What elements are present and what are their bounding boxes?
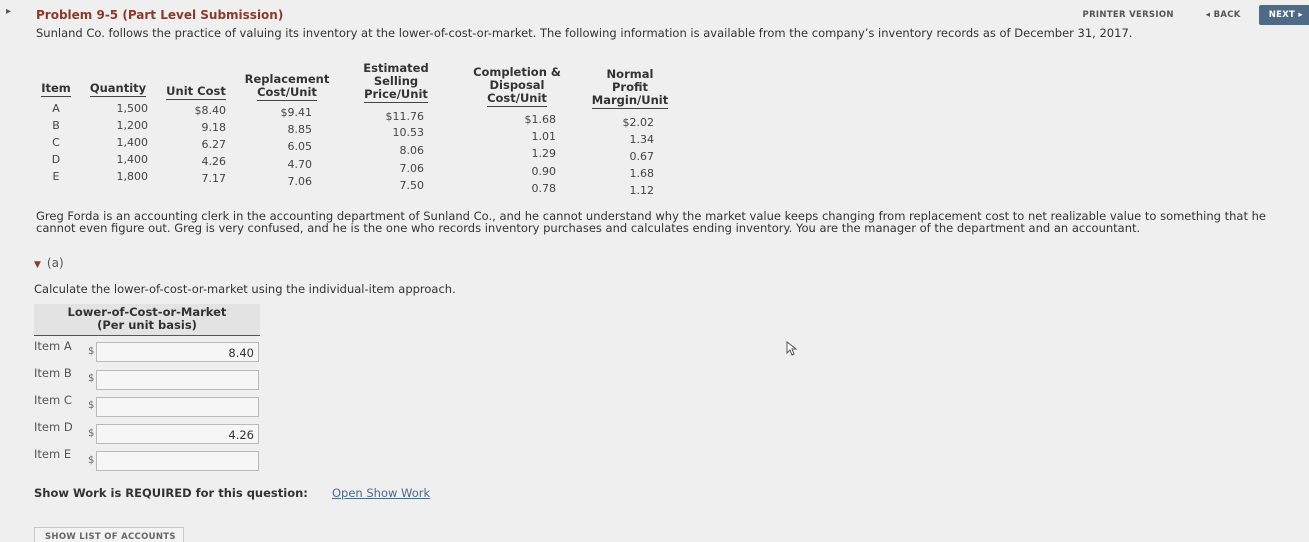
row-npm: $2.02: [622, 116, 655, 129]
problem-title: Problem 9-5 (Part Level Submission): [36, 8, 284, 22]
part-a-instruction: Calculate the lower-of-cost-or-market us…: [34, 282, 456, 296]
row-replacement: $9.41: [280, 106, 313, 119]
row-npm: 1.12: [629, 184, 655, 197]
answer-row-label: Item E: [34, 447, 72, 461]
row-cd: 0.78: [531, 182, 557, 195]
row-cd: $1.68: [524, 113, 557, 126]
collapse-marker: ▸: [6, 6, 12, 17]
lcm-column-header: Lower-of-Cost-or-Market (Per unit basis): [34, 304, 260, 336]
row-replacement: 7.06: [287, 175, 313, 188]
header-estimated-selling-price: Estimated Selling Price/Unit: [363, 61, 429, 103]
row-replacement: 8.85: [287, 123, 313, 136]
row-unit-cost: 7.17: [201, 172, 227, 185]
scenario-paragraph: Greg Forda is an accounting clerk in the…: [36, 209, 1266, 235]
row-cd: 1.29: [531, 147, 557, 160]
header-quantity: Quantity: [89, 81, 147, 97]
problem-description: Sunland Co. follows the practice of valu…: [36, 26, 1133, 40]
row-item-label: C: [52, 136, 60, 149]
problem-page: ▸ Problem 9-5 (Part Level Submission) Su…: [0, 0, 1309, 542]
answer-row-label: Item B: [34, 366, 72, 380]
back-button[interactable]: ◂ BACK: [1206, 10, 1241, 20]
mouse-cursor-icon: [786, 341, 798, 356]
row-cd: 1.01: [531, 130, 557, 143]
row-quantity: 1,800: [116, 170, 149, 183]
row-esp: 7.06: [399, 162, 425, 175]
lcm-input-item-e[interactable]: [96, 451, 259, 471]
show-list-of-accounts-button[interactable]: SHOW LIST OF ACCOUNTS: [34, 527, 184, 542]
row-esp: 7.50: [399, 179, 425, 192]
lcm-input-item-a[interactable]: 8.40: [96, 342, 259, 362]
row-unit-cost: 4.26: [201, 155, 227, 168]
lcm-input-item-c[interactable]: [96, 397, 259, 417]
top-navigation: PRINTER VERSION ◂ BACK NEXT ▸: [1083, 5, 1309, 25]
printer-version-button[interactable]: PRINTER VERSION: [1083, 10, 1174, 20]
row-item-label: A: [52, 102, 60, 115]
next-button[interactable]: NEXT ▸: [1258, 5, 1309, 25]
row-npm: 1.34: [629, 133, 655, 146]
row-item-label: B: [52, 119, 60, 132]
triangle-down-icon: ▼: [34, 260, 41, 270]
row-unit-cost: 6.27: [201, 138, 227, 151]
header-replacement-cost: Replacement Cost/Unit: [244, 72, 330, 101]
row-esp: 10.53: [392, 126, 425, 139]
row-npm: 0.67: [629, 150, 655, 163]
currency-symbol: $: [88, 400, 95, 411]
currency-symbol: $: [88, 455, 95, 466]
header-item: Item: [41, 81, 71, 97]
row-quantity: 1,500: [116, 102, 149, 115]
show-work-label: Show Work is REQUIRED for this question:: [34, 486, 308, 500]
answer-row-label: Item A: [34, 339, 72, 353]
row-cd: 0.90: [531, 165, 557, 178]
row-replacement: 4.70: [287, 158, 313, 171]
row-item-label: D: [51, 153, 61, 166]
lcm-input-item-d[interactable]: 4.26: [96, 424, 259, 444]
header-normal-profit-margin: Normal Profit Margin/Unit: [591, 67, 669, 109]
row-quantity: 1,200: [116, 119, 149, 132]
row-quantity: 1,400: [116, 136, 149, 149]
row-item-label: E: [52, 170, 60, 183]
lcm-input-item-b[interactable]: [96, 370, 259, 390]
part-a-toggle[interactable]: ▼ (a): [34, 256, 64, 270]
row-esp: $11.76: [385, 110, 425, 123]
open-show-work-link[interactable]: Open Show Work: [332, 486, 430, 500]
lcm-header-line2: (Per unit basis): [97, 318, 197, 332]
part-a-label: (a): [46, 256, 64, 270]
row-npm: 1.68: [629, 167, 655, 180]
row-esp: 8.06: [399, 144, 425, 157]
answer-row-label: Item C: [34, 393, 72, 407]
header-unit-cost: Unit Cost: [166, 84, 226, 100]
row-unit-cost: 9.18: [201, 121, 227, 134]
answer-row-label: Item D: [34, 420, 73, 434]
row-replacement: 6.05: [287, 140, 313, 153]
currency-symbol: $: [88, 346, 95, 357]
header-completion-disposal: Completion & Disposal Cost/Unit: [473, 65, 561, 107]
currency-symbol: $: [88, 373, 95, 384]
currency-symbol: $: [88, 428, 95, 439]
row-unit-cost: $8.40: [194, 104, 227, 117]
row-quantity: 1,400: [116, 153, 149, 166]
